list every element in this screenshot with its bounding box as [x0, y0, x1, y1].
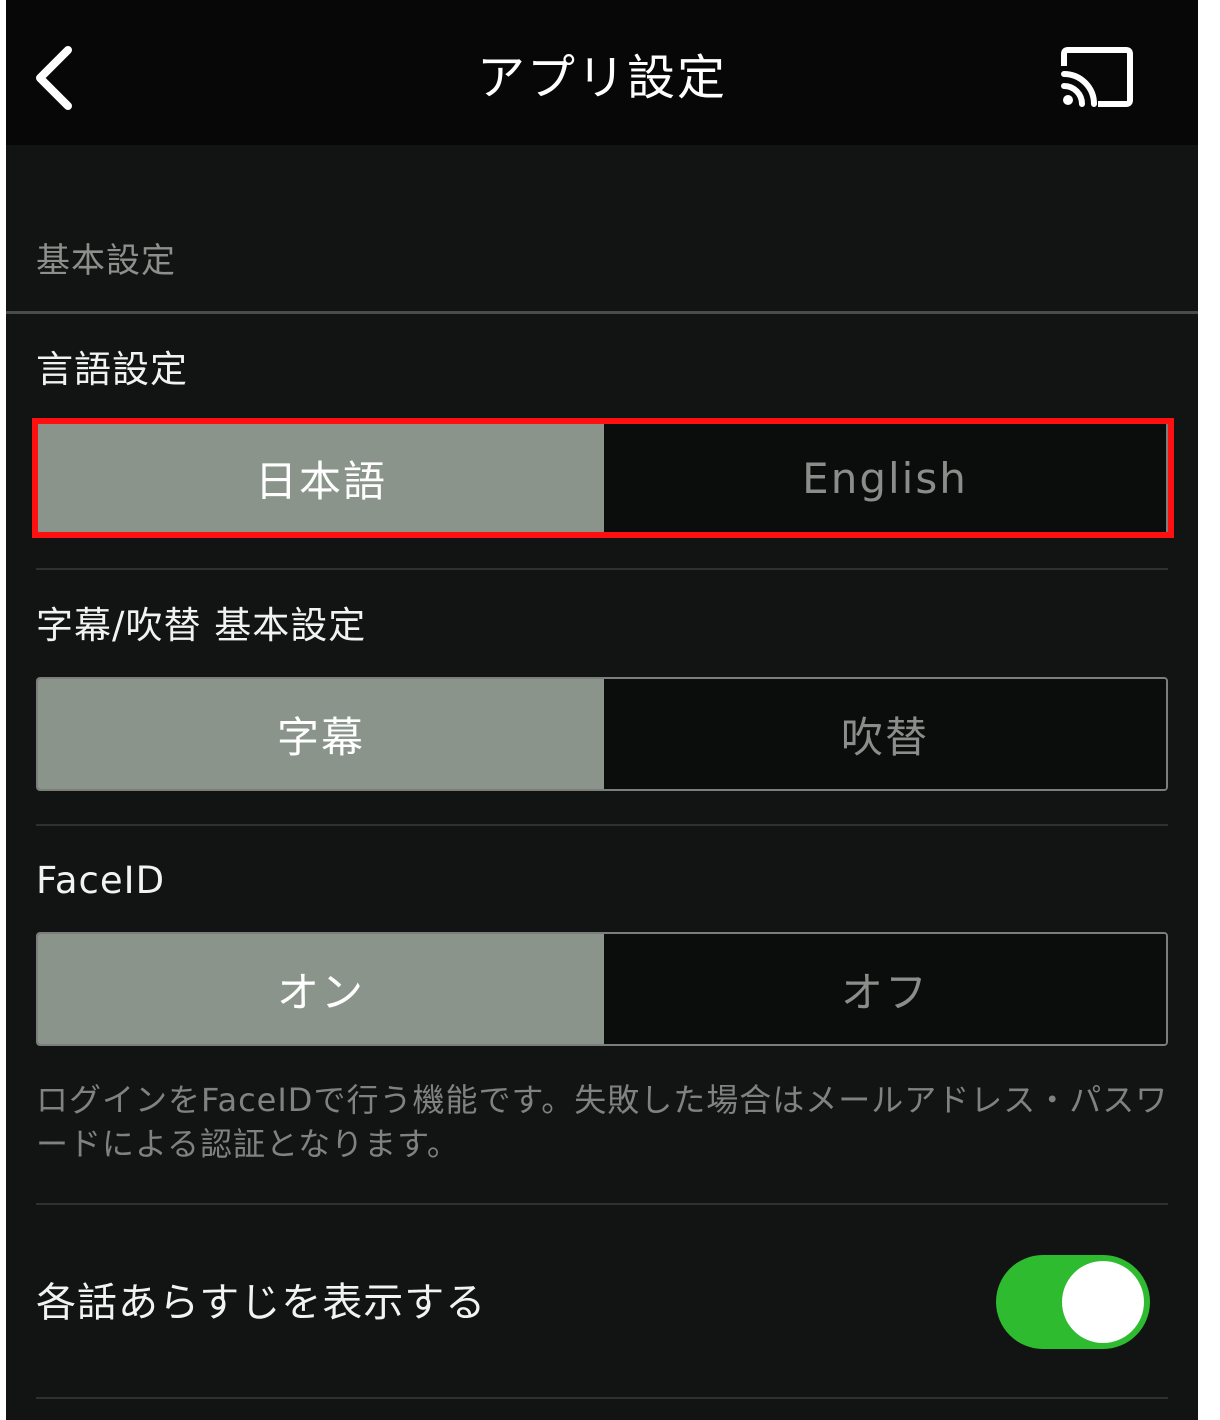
faceid-setting-label: FaceID [36, 859, 166, 902]
cast-button[interactable] [1054, 44, 1134, 114]
faceid-option-off[interactable]: オフ [604, 934, 1166, 1044]
audio-setting-label: 字幕/吹替 基本設定 [36, 604, 367, 647]
faceid-option-on[interactable]: オン [38, 934, 604, 1044]
row-divider [36, 1397, 1168, 1399]
row-divider [36, 824, 1168, 826]
language-option-english[interactable]: English [604, 423, 1166, 533]
row-divider [36, 568, 1168, 570]
app-settings-screen: アプリ設定 基本設定 言語設定 日本語 English 字幕/吹替 基本設定 字… [6, 0, 1198, 1420]
language-setting-label: 言語設定 [36, 348, 188, 391]
page-title: アプリ設定 [476, 50, 727, 106]
language-option-japanese[interactable]: 日本語 [38, 423, 604, 533]
cast-icon [1061, 47, 1133, 107]
synopsis-toggle[interactable] [996, 1255, 1150, 1349]
synopsis-setting-label: 各話あらすじを表示する [36, 1280, 487, 1326]
section-label-basic: 基本設定 [36, 241, 176, 281]
language-segmented-control: 日本語 English [36, 421, 1168, 535]
audio-segmented-control: 字幕 吹替 [36, 677, 1168, 791]
faceid-segmented-control: オン オフ [36, 932, 1168, 1046]
toggle-knob [1062, 1261, 1144, 1343]
row-divider [36, 1203, 1168, 1205]
section-divider [6, 311, 1198, 314]
faceid-note: ログインをFaceIDで行う機能です。失敗した場合はメールアドレス・パスワードに… [36, 1081, 1169, 1163]
audio-option-dub[interactable]: 吹替 [604, 679, 1166, 789]
audio-option-subtitles[interactable]: 字幕 [38, 679, 604, 789]
top-bar: アプリ設定 [6, 0, 1198, 145]
